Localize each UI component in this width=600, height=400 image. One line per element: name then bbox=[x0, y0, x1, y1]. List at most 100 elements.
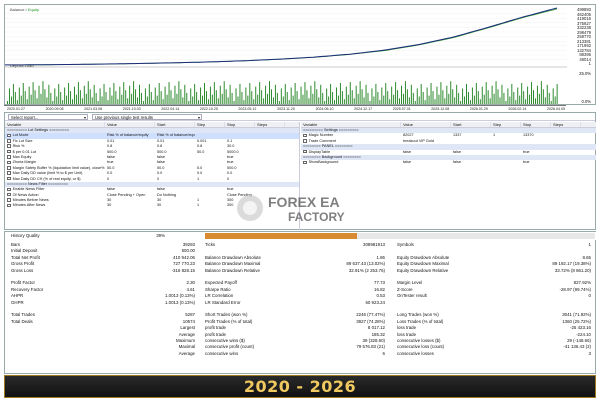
deposit-load-bar bbox=[265, 85, 267, 104]
deposit-load-bar bbox=[176, 93, 178, 104]
column-header[interactable]: Start bbox=[451, 122, 491, 127]
stop-cell[interactable]: true bbox=[521, 160, 551, 165]
column-header[interactable]: Value bbox=[401, 122, 451, 127]
stat-label: consecutive loss (count) bbox=[397, 344, 445, 350]
optimize-checkbox[interactable] bbox=[303, 133, 307, 138]
optimize-checkbox[interactable] bbox=[7, 155, 11, 159]
deposit-load-bar bbox=[326, 88, 328, 104]
deposit-load-bar bbox=[172, 98, 174, 104]
stat-value: 3 bbox=[588, 350, 591, 356]
deposit-load-bar bbox=[418, 96, 420, 104]
deposit-load-bar bbox=[68, 83, 70, 104]
deposit-load-bar bbox=[123, 82, 125, 104]
optimize-checkbox[interactable] bbox=[303, 149, 307, 154]
optimize-checkbox[interactable] bbox=[7, 160, 11, 165]
deposit-load-bar bbox=[121, 94, 123, 104]
optimize-checkbox[interactable] bbox=[7, 165, 11, 170]
deposit-load-bar bbox=[505, 101, 507, 104]
deposit-load-bar bbox=[308, 98, 310, 104]
deposit-load-bar bbox=[184, 84, 186, 104]
deposit-load-bar bbox=[473, 95, 475, 104]
value-cell[interactable]: false bbox=[401, 160, 451, 165]
deposit-load-bar bbox=[464, 96, 466, 104]
deposit-load-bar bbox=[335, 87, 337, 104]
optimize-checkbox[interactable] bbox=[7, 203, 11, 208]
optimize-checkbox[interactable] bbox=[7, 149, 11, 154]
deposit-load-bar bbox=[529, 94, 531, 104]
stat-label: Equity Drawdown Relative bbox=[397, 267, 449, 273]
optimize-checkbox[interactable] bbox=[7, 144, 11, 148]
stat-label: Margin Level bbox=[397, 280, 423, 286]
deposit-load-bar bbox=[477, 91, 479, 104]
input-row[interactable]: ShowBackground false false true bbox=[301, 160, 596, 165]
deposit-load-bar bbox=[8, 88, 10, 104]
stat-value: 32.91% (2 253.76) bbox=[348, 267, 385, 273]
deposit-load-bar bbox=[209, 86, 211, 104]
x-tick-label: 2026.04.05 bbox=[547, 107, 565, 111]
deposit-load-bar bbox=[245, 87, 247, 104]
history-quality-row: History Quality 39% bbox=[5, 232, 597, 240]
deposit-load-bar bbox=[501, 84, 503, 104]
column-header[interactable]: Steps bbox=[551, 122, 581, 127]
optimize-checkbox[interactable] bbox=[303, 138, 307, 143]
deposit-load-bar bbox=[416, 88, 418, 104]
deposit-load-bar bbox=[138, 84, 140, 104]
stat-value: 60 923.24 bbox=[365, 299, 385, 305]
x-tick-label: 2024.12.17 bbox=[354, 107, 373, 111]
column-header[interactable]: Value bbox=[105, 122, 155, 127]
stat-label: Short Trades (won %) bbox=[205, 312, 248, 318]
previous-results-combo[interactable]: Use previous single test results ▾ bbox=[92, 113, 202, 120]
column-header[interactable]: Stop bbox=[521, 122, 551, 127]
start-cell[interactable]: 30 bbox=[155, 203, 195, 208]
deposit-load-bar bbox=[48, 84, 50, 104]
optimize-checkbox[interactable] bbox=[7, 176, 11, 181]
start-cell[interactable]: false bbox=[451, 160, 491, 165]
stat-label: LR Standard Error bbox=[205, 299, 241, 305]
optimize-checkbox[interactable] bbox=[7, 171, 11, 175]
column-header[interactable]: Stop bbox=[225, 122, 255, 127]
value-cell[interactable]: 30 bbox=[105, 203, 155, 208]
deposit-load-bar bbox=[168, 82, 170, 104]
deposit-load-bar bbox=[554, 96, 556, 104]
column-header[interactable]: Step bbox=[195, 122, 225, 127]
deposit-load-bar bbox=[190, 88, 192, 104]
steps-cell[interactable] bbox=[551, 160, 581, 165]
deposit-load-bar bbox=[46, 97, 48, 104]
deposit-load-bar bbox=[322, 92, 324, 104]
deposit-load-bar bbox=[95, 92, 97, 104]
optimize-checkbox[interactable] bbox=[7, 187, 11, 192]
stat-label: Expected Payoff bbox=[205, 280, 237, 286]
optimize-checkbox[interactable] bbox=[7, 192, 11, 197]
deposit-load-bar bbox=[479, 99, 481, 104]
stat-label: Equity Drawdown Maximal bbox=[397, 261, 449, 267]
column-header[interactable]: Step bbox=[491, 122, 521, 127]
step-cell[interactable] bbox=[491, 160, 521, 165]
column-header[interactable]: Steps bbox=[255, 122, 285, 127]
column-header[interactable]: Start bbox=[155, 122, 195, 127]
deposit-load-bar bbox=[125, 90, 127, 104]
optimize-checkbox[interactable] bbox=[7, 198, 11, 202]
select-report-combo[interactable]: Select report... ▾ bbox=[8, 113, 88, 120]
column-header[interactable]: Variable bbox=[301, 122, 401, 127]
deposit-load-bar bbox=[387, 91, 389, 104]
stat-value: 29 (-148.66) bbox=[567, 338, 591, 343]
optimize-checkbox[interactable] bbox=[7, 138, 11, 143]
history-quality-bar bbox=[205, 233, 595, 239]
deposit-load-bar bbox=[140, 92, 142, 104]
x-tick-label: 2026.01.29 bbox=[469, 107, 488, 111]
stat-label: Balance Drawdown Maximal bbox=[205, 261, 261, 267]
step-cell[interactable]: 1 bbox=[195, 203, 225, 208]
stat-label: Z-Score bbox=[397, 286, 413, 292]
deposit-load-bar bbox=[424, 100, 426, 104]
deposit-load-bar bbox=[154, 87, 156, 104]
deposit-load-bar bbox=[10, 96, 12, 104]
deposit-load-bar bbox=[349, 82, 351, 104]
column-header[interactable]: Variable bbox=[5, 122, 105, 127]
stat-value: 33.72% (8 861.20) bbox=[554, 267, 591, 273]
deposit-load-bar bbox=[105, 92, 107, 104]
deposit-load-bar bbox=[263, 98, 265, 104]
stat-label: Sharpe Ratio bbox=[205, 286, 231, 292]
optimize-checkbox[interactable] bbox=[7, 133, 11, 138]
deposit-load-bar bbox=[332, 92, 334, 104]
optimize-checkbox[interactable] bbox=[303, 160, 307, 165]
